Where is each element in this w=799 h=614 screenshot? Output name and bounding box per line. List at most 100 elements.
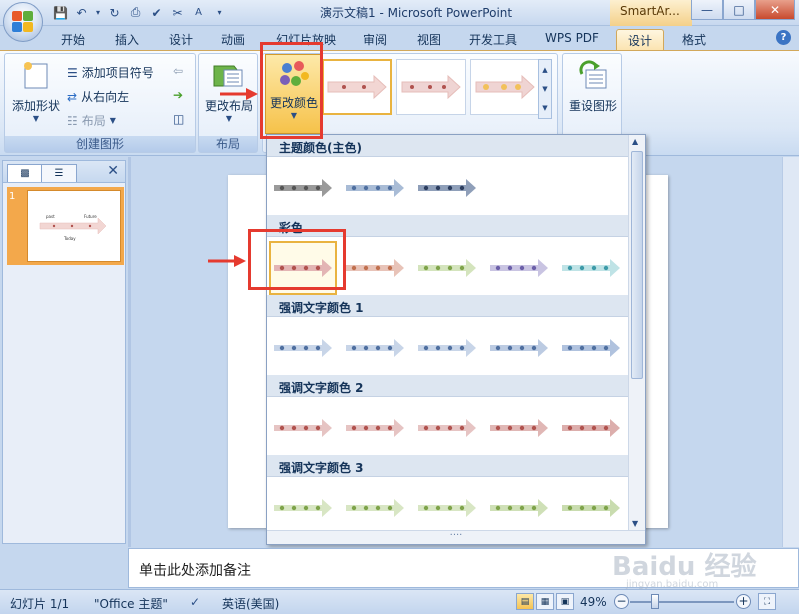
thumb-label-future: Future [84, 214, 97, 219]
color-style-option[interactable] [485, 321, 553, 375]
slide-thumbnail[interactable]: past Future Today [7, 187, 124, 265]
color-section: 主题颜色(主色) [267, 135, 629, 215]
tab-review[interactable]: 审阅 [352, 29, 398, 50]
color-style-option[interactable] [413, 481, 481, 535]
redo-icon[interactable]: ↻ [106, 4, 123, 21]
dropdown-scrollbar[interactable]: ▲ ▼ [628, 135, 645, 531]
scroll-down-icon[interactable]: ▼ [632, 519, 638, 528]
customize-qat-icon[interactable]: ▾ [211, 4, 228, 21]
watermark-main: Baidu 经验 [612, 552, 757, 582]
outline-tab[interactable]: ☰ [41, 164, 77, 182]
color-style-option[interactable] [269, 161, 337, 215]
spellcheck-icon[interactable]: ✓ [190, 595, 200, 609]
style-dot [591, 265, 597, 271]
close-icon[interactable]: ✕ [107, 163, 119, 179]
zoom-level[interactable]: 49% [580, 595, 607, 609]
zoom-slider-thumb[interactable] [651, 594, 659, 609]
add-bullet-button[interactable]: ☰ 添加项目符号 [67, 64, 154, 81]
undo-dropdown-icon[interactable]: ▾ [94, 4, 102, 21]
gallery-style-item[interactable] [396, 59, 466, 115]
scroll-thumb[interactable] [631, 151, 643, 379]
cut-icon[interactable]: ✂ [169, 4, 186, 21]
tab-wps-pdf[interactable]: WPS PDF [536, 29, 608, 50]
color-style-option[interactable] [341, 321, 409, 375]
bullet-list-icon: ☰ [67, 65, 78, 80]
color-style-option[interactable] [413, 321, 481, 375]
font-size-icon[interactable]: A [190, 4, 207, 21]
right-to-left-button[interactable]: ⇄ 从右向左 [67, 88, 129, 105]
color-style-option[interactable] [269, 481, 337, 535]
tab-animation[interactable]: 动画 [210, 29, 256, 50]
red-arrow-icon [220, 88, 258, 100]
main-vertical-scrollbar[interactable] [782, 157, 799, 547]
style-arrow-icon [490, 259, 548, 277]
color-style-option[interactable] [485, 401, 553, 455]
save-icon[interactable]: 💾 [52, 4, 69, 21]
print-preview-icon[interactable]: ⎙ [127, 4, 144, 21]
gallery-style-item[interactable] [470, 59, 540, 115]
language[interactable]: 英语(美国) [222, 595, 279, 612]
color-style-option[interactable] [341, 481, 409, 535]
color-style-option[interactable] [413, 401, 481, 455]
slideshow-view-button[interactable]: ▣ [556, 593, 574, 610]
style-dot [495, 345, 501, 351]
tab-smartart-design[interactable]: 设计 [616, 29, 664, 50]
slide-sorter-button[interactable]: ▦ [536, 593, 554, 610]
help-icon[interactable]: ? [776, 30, 791, 45]
gallery-up-icon[interactable]: ▲ [542, 66, 547, 74]
thumb-label-past: past [46, 214, 55, 219]
close-button[interactable]: ✕ [755, 0, 795, 20]
gallery-style-item[interactable] [322, 59, 392, 115]
layout-small-button[interactable]: ☷ 布局 ▼ [67, 112, 116, 129]
style-dot [519, 265, 525, 271]
zoom-in-button[interactable]: + [736, 594, 751, 609]
style-arrow-icon [490, 499, 548, 517]
tab-smartart-format[interactable]: 格式 [670, 29, 718, 50]
color-style-option[interactable] [485, 241, 553, 295]
color-style-option[interactable] [557, 241, 625, 295]
tab-developer[interactable]: 开发工具 [460, 29, 526, 50]
reset-graphic-button[interactable]: 重设图形 [565, 60, 621, 114]
slides-tab[interactable]: ▩ [7, 164, 43, 182]
normal-view-button[interactable]: ▤ [516, 593, 534, 610]
color-style-row [267, 157, 629, 215]
color-style-option[interactable] [557, 321, 625, 375]
color-style-option[interactable] [341, 241, 409, 295]
office-button[interactable] [3, 2, 43, 42]
format-painter-icon[interactable]: ✔ [148, 4, 165, 21]
promote-button[interactable]: ⇦ [173, 64, 183, 78]
gallery-down-icon[interactable]: ▼ [542, 85, 547, 93]
gallery-scroll[interactable]: ▲ ▼ ▼ [538, 59, 552, 119]
color-style-option[interactable] [413, 161, 481, 215]
zoom-slider-track[interactable] [630, 601, 734, 603]
color-style-option[interactable] [485, 481, 553, 535]
text-pane-button[interactable]: ◫ [173, 112, 184, 126]
color-style-option[interactable] [557, 481, 625, 535]
tab-design[interactable]: 设计 [158, 29, 204, 50]
tab-insert[interactable]: 插入 [104, 29, 150, 50]
gallery-more-icon[interactable]: ▼ [542, 104, 547, 112]
color-style-option[interactable] [269, 401, 337, 455]
color-style-option[interactable] [341, 401, 409, 455]
color-style-option[interactable] [341, 161, 409, 215]
add-shape-button[interactable]: 添加形状 ▼ [9, 60, 63, 123]
undo-icon[interactable]: ↶ [73, 4, 90, 21]
tab-view[interactable]: 视图 [406, 29, 452, 50]
style-dot [435, 505, 441, 511]
style-dot [291, 185, 297, 191]
style-dot [363, 185, 369, 191]
right-to-left-label: 从右向左 [81, 90, 130, 104]
dropdown-resize-grip[interactable]: ···· [267, 530, 645, 544]
tab-home[interactable]: 开始 [50, 29, 96, 50]
demote-button[interactable]: ➔ [173, 88, 183, 102]
minimize-button[interactable]: — [691, 0, 723, 20]
slideshow-icon: ▣ [560, 596, 570, 607]
color-style-option[interactable] [557, 401, 625, 455]
scroll-up-icon[interactable]: ▲ [632, 137, 638, 146]
fit-window-button[interactable]: ⛶ [758, 593, 776, 610]
color-style-option[interactable] [269, 321, 337, 375]
zoom-out-button[interactable]: − [614, 594, 629, 609]
maximize-button[interactable]: □ [723, 0, 755, 20]
color-style-option[interactable] [413, 241, 481, 295]
pane-splitter[interactable] [128, 157, 131, 547]
